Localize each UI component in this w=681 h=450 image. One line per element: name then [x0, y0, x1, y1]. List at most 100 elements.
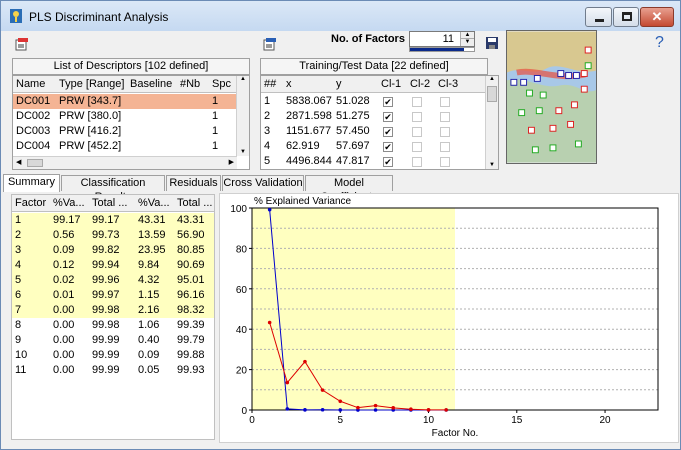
table-row[interactable]: 5 0.02 99.96 4.32 95.01 — [12, 273, 214, 288]
table-row[interactable]: 65125.34850.040✔ — [261, 169, 486, 170]
cell-pct-var-y: 23.95 — [138, 244, 166, 256]
y-tick-label: 20 — [236, 366, 248, 377]
factors-spinner[interactable]: 11 ▲ ▼ — [409, 31, 475, 47]
summary-grid[interactable]: Factor %Va... Total ... %Va... Total ...… — [11, 194, 215, 440]
col-header-y[interactable]: y — [336, 78, 342, 90]
col-header-factor[interactable]: Factor — [15, 197, 46, 209]
table-row[interactable]: 6 0.01 99.97 1.15 96.16 — [12, 288, 214, 303]
table-row[interactable]: DC002 PRW [380.0] 1 — [13, 109, 237, 124]
vscroll-thumb[interactable] — [487, 86, 497, 102]
descriptors-grid[interactable]: Name Type [Range] Baseline #Nb Spc DC001… — [12, 75, 250, 170]
class-3-checkbox[interactable] — [440, 127, 450, 137]
help-button[interactable]: ? — [655, 34, 664, 52]
class-1-checkbox[interactable]: ✔ — [383, 157, 393, 167]
scroll-right-arrow[interactable]: ▶ — [229, 158, 234, 166]
tab-model-coefficients[interactable]: Model Coefficients — [305, 175, 393, 203]
descriptors-hscroll[interactable]: ◀ ▶ — [13, 156, 237, 169]
col-header-cl3[interactable]: Cl-3 — [438, 78, 458, 90]
training-grid[interactable]: ## x y Cl-1 Cl-2 Cl-3 1 5838.067 51.028 ✔ 2 2… — [260, 75, 499, 170]
scroll-down-arrow[interactable]: ▼ — [486, 162, 498, 168]
scroll-up-arrow[interactable]: ▲ — [486, 76, 498, 82]
map-thumbnail[interactable] — [506, 30, 597, 164]
class-1-checkbox[interactable]: ✔ — [383, 142, 393, 152]
table-row[interactable]: 1 5838.067 51.028 ✔ — [261, 94, 486, 109]
tab-classification-results[interactable]: Classification Results — [61, 175, 165, 203]
x-tick-label: 15 — [511, 415, 523, 426]
table-row[interactable]: DC004 PRW [452.2] 1 — [13, 139, 237, 154]
cell-pct-var-x: 0.00 — [53, 364, 75, 376]
col-header-pct-var-y[interactable]: %Va... — [138, 197, 170, 209]
class-1-checkbox[interactable]: ✔ — [383, 97, 393, 107]
table-row[interactable]: 9 0.00 99.99 0.40 99.79 — [12, 333, 214, 348]
cell-total-x: 99.94 — [92, 259, 120, 271]
col-header-total-x[interactable]: Total ... — [92, 197, 127, 209]
table-row[interactable]: 10 0.00 99.99 0.09 99.88 — [12, 348, 214, 363]
hscroll-thumb[interactable] — [27, 159, 43, 167]
table-row[interactable]: 8 0.00 99.98 1.06 99.39 — [12, 318, 214, 333]
col-header-spc[interactable]: Spc — [212, 78, 231, 90]
col-header-name[interactable]: Name — [16, 78, 45, 90]
class-2-checkbox[interactable] — [412, 112, 422, 122]
maximize-button[interactable] — [613, 7, 639, 27]
tab-cross-validation[interactable]: Cross Validation — [222, 175, 304, 191]
col-header-cl1[interactable]: Cl-1 — [381, 78, 401, 90]
table-row[interactable]: 4 62.919 57.697 ✔ — [261, 139, 486, 154]
cell-factor: 8 — [15, 319, 22, 331]
cell-total-y: 99.93 — [177, 364, 205, 376]
class-1-checkbox[interactable]: ✔ — [383, 127, 393, 137]
col-header-cl2[interactable]: Cl-2 — [410, 78, 430, 90]
tab-residuals[interactable]: Residuals — [166, 175, 221, 191]
cell-num: 1 — [264, 95, 271, 107]
class-3-checkbox[interactable] — [440, 157, 450, 167]
cell-pct-var-x: 0.00 — [53, 334, 75, 346]
minimize-button[interactable] — [585, 7, 612, 27]
table-row[interactable]: 3 1151.677 57.450 ✔ — [261, 124, 486, 139]
class-3-checkbox[interactable] — [440, 142, 450, 152]
col-header-x[interactable]: x — [286, 78, 292, 90]
class-3-checkbox[interactable] — [440, 112, 450, 122]
close-button[interactable]: ✕ — [640, 7, 674, 27]
descriptors-vscroll[interactable]: ▲ ▼ — [236, 76, 249, 156]
factors-value[interactable]: 11 — [443, 33, 454, 45]
cell-pct-var-x: 0.12 — [53, 259, 75, 271]
save-icon[interactable] — [485, 36, 499, 50]
table-row[interactable]: 2 2871.598 51.275 ✔ — [261, 109, 486, 124]
table-row[interactable]: 3 0.09 99.82 23.95 80.85 — [12, 243, 214, 258]
table-row[interactable]: DC001 PRW [343.7] 1 — [13, 94, 237, 109]
scroll-left-arrow[interactable]: ◀ — [16, 158, 21, 166]
spinner-down-button[interactable]: ▼ — [460, 39, 474, 46]
table-row[interactable]: 4 0.12 99.94 9.84 90.69 — [12, 258, 214, 273]
cell-pct-var-x: 0.02 — [53, 274, 75, 286]
training-header: ## x y Cl-1 Cl-2 Cl-3 — [261, 76, 486, 93]
table-row[interactable]: 5 4496.844 47.817 ✔ — [261, 154, 486, 169]
class-2-checkbox[interactable] — [412, 142, 422, 152]
tab-summary[interactable]: Summary — [3, 174, 60, 192]
class-1-checkbox[interactable]: ✔ — [383, 112, 393, 122]
title-bar[interactable]: PLS Discriminant Analysis ✕ — [1, 1, 680, 31]
scroll-up-arrow[interactable]: ▲ — [237, 76, 249, 82]
col-header-pct-var-x[interactable]: %Va... — [53, 197, 85, 209]
class-3-checkbox[interactable] — [440, 97, 450, 107]
table-row[interactable]: DC003 PRW [416.2] 1 — [13, 124, 237, 139]
table-row[interactable]: 2 0.56 99.73 13.59 56.90 — [12, 228, 214, 243]
col-header-total-y[interactable]: Total ... — [177, 197, 212, 209]
table-row[interactable]: 1 99.17 99.17 43.31 43.31 — [12, 213, 214, 228]
table-row[interactable]: 7 0.00 99.98 2.16 98.32 — [12, 303, 214, 318]
table-row[interactable]: 11 0.00 99.99 0.05 99.93 — [12, 363, 214, 378]
class-2-checkbox[interactable] — [412, 97, 422, 107]
col-header-baseline[interactable]: Baseline — [130, 78, 172, 90]
col-header-num[interactable]: ## — [264, 78, 276, 90]
col-header-nb[interactable]: #Nb — [180, 78, 200, 90]
data-point — [391, 406, 396, 410]
cell-spc: 1 — [212, 95, 219, 107]
class-2-checkbox[interactable] — [412, 127, 422, 137]
training-vscroll[interactable]: ▲ ▼ — [485, 76, 498, 169]
col-header-type[interactable]: Type [Range] — [59, 78, 124, 90]
cell-num: 3 — [264, 125, 271, 137]
descriptor-tool-icon[interactable] — [15, 37, 29, 51]
training-data-tool-icon[interactable] — [263, 37, 277, 51]
spinner-up-button[interactable]: ▲ — [460, 32, 474, 39]
cell-total-y: 80.85 — [177, 244, 205, 256]
class-2-checkbox[interactable] — [412, 157, 422, 167]
scroll-down-arrow[interactable]: ▼ — [237, 149, 249, 155]
